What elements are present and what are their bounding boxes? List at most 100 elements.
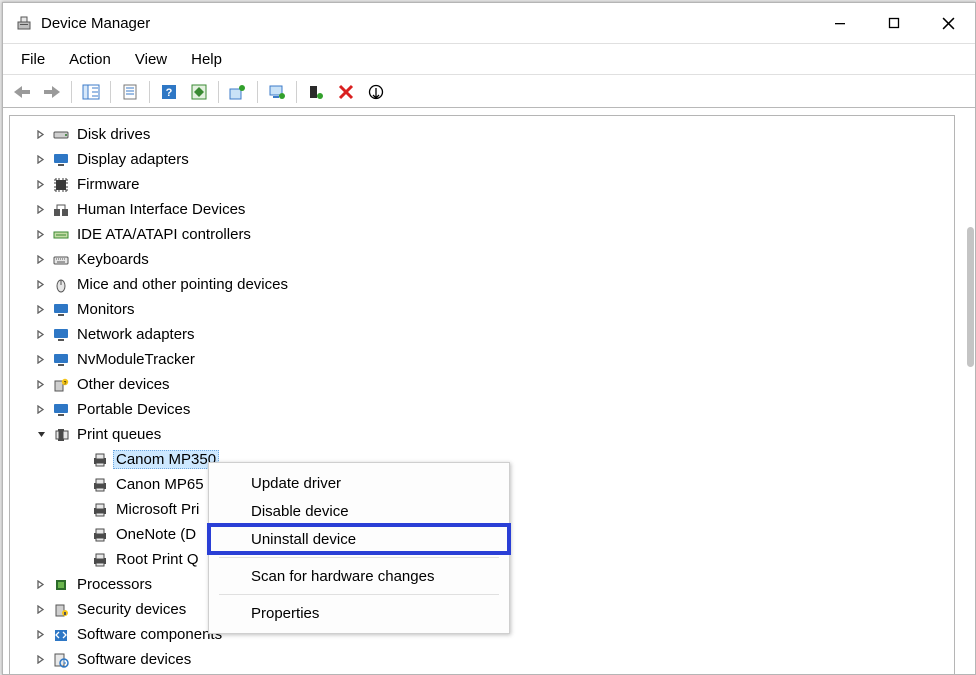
scrollbar[interactable] — [967, 227, 974, 367]
tree-node[interactable]: NvModuleTracker — [10, 347, 954, 372]
cpu-icon — [52, 576, 70, 594]
tree-node-label[interactable]: Root Print Q — [113, 550, 202, 569]
tree-node-label[interactable]: Network adapters — [74, 325, 198, 344]
tree-node[interactable]: Monitors — [10, 297, 954, 322]
action-button[interactable] — [186, 79, 212, 105]
context-menu: Update driver Disable device Uninstall d… — [208, 462, 510, 634]
tree-node-label[interactable]: Disk drives — [74, 125, 153, 144]
tree-node-label[interactable]: Portable Devices — [74, 400, 193, 419]
tree-node-label[interactable]: Mice and other pointing devices — [74, 275, 291, 294]
tree-node-label[interactable]: OneNote (D — [113, 525, 199, 544]
enable-device-button[interactable] — [303, 79, 329, 105]
window-title: Device Manager — [41, 15, 150, 32]
tree-node[interactable]: Software devices — [10, 647, 954, 672]
collapse-arrow-icon[interactable] — [28, 430, 52, 439]
tree-node-label[interactable]: Keyboards — [74, 250, 152, 269]
expand-arrow-icon[interactable] — [28, 630, 52, 639]
printer-icon — [91, 451, 109, 469]
ctx-uninstall-device[interactable]: Uninstall device — [209, 525, 509, 553]
tree-node-label[interactable]: Firmware — [74, 175, 143, 194]
keyboard-icon — [52, 251, 70, 269]
expand-arrow-icon[interactable] — [28, 255, 52, 264]
expand-arrow-icon[interactable] — [28, 280, 52, 289]
expand-arrow-icon[interactable] — [28, 605, 52, 614]
tree-node-label[interactable]: IDE ATA/ATAPI controllers — [74, 225, 254, 244]
back-button[interactable] — [9, 79, 35, 105]
expand-arrow-icon[interactable] — [28, 655, 52, 664]
ctx-scan-hardware[interactable]: Scan for hardware changes — [209, 562, 509, 590]
expand-arrow-icon[interactable] — [28, 580, 52, 589]
update-driver-button[interactable] — [225, 79, 251, 105]
help-button[interactable]: ? — [156, 79, 182, 105]
menu-file[interactable]: File — [11, 48, 55, 71]
toolbar-divider — [218, 81, 219, 103]
ctx-properties[interactable]: Properties — [209, 599, 509, 627]
toolbar-divider — [149, 81, 150, 103]
minimize-button[interactable] — [813, 3, 867, 43]
ctx-update-driver[interactable]: Update driver — [209, 469, 509, 497]
tree-node[interactable]: ?Other devices — [10, 372, 954, 397]
display-icon — [52, 151, 70, 169]
menu-help[interactable]: Help — [181, 48, 232, 71]
menu-view[interactable]: View — [125, 48, 177, 71]
tree-node[interactable]: Human Interface Devices — [10, 197, 954, 222]
mouse-icon — [52, 276, 70, 294]
tree-node-label[interactable]: Monitors — [74, 300, 138, 319]
tree-node-label[interactable]: Software devices — [74, 650, 194, 669]
display-icon — [52, 401, 70, 419]
toolbar-divider — [257, 81, 258, 103]
forward-button[interactable] — [39, 79, 65, 105]
close-button[interactable] — [921, 3, 975, 43]
properties-button[interactable] — [117, 79, 143, 105]
tree-node-label[interactable]: Processors — [74, 575, 155, 594]
printer-icon — [91, 501, 109, 519]
scan-hardware-button[interactable] — [264, 79, 290, 105]
maximize-button[interactable] — [867, 3, 921, 43]
window: Device Manager File Action View Help — [2, 2, 976, 675]
printer-icon — [91, 551, 109, 569]
ctx-separator — [219, 557, 499, 558]
app-icon — [15, 14, 33, 32]
swdev-icon — [52, 651, 70, 669]
tree-node[interactable]: Mice and other pointing devices — [10, 272, 954, 297]
expand-arrow-icon[interactable] — [28, 380, 52, 389]
show-hide-tree-button[interactable] — [78, 79, 104, 105]
expand-arrow-icon[interactable] — [28, 405, 52, 414]
tree-node-label[interactable]: Other devices — [74, 375, 173, 394]
tree-node-label[interactable]: Human Interface Devices — [74, 200, 248, 219]
tree-node[interactable]: IDE ATA/ATAPI controllers — [10, 222, 954, 247]
ctx-disable-device[interactable]: Disable device — [209, 497, 509, 525]
tree-node[interactable]: Portable Devices — [10, 397, 954, 422]
display-icon — [52, 301, 70, 319]
tree-node-label[interactable]: NvModuleTracker — [74, 350, 198, 369]
tree-node[interactable]: Disk drives — [10, 122, 954, 147]
tree-node-label[interactable]: Software components — [74, 625, 225, 644]
disable-device-button[interactable] — [363, 79, 389, 105]
tree-node[interactable]: Print queues — [10, 422, 954, 447]
printer-icon — [91, 526, 109, 544]
client-area: Disk drives Display adapters Firmware Human… — [3, 108, 975, 674]
tree-node[interactable]: Network adapters — [10, 322, 954, 347]
menu-action[interactable]: Action — [59, 48, 121, 71]
tree-node[interactable]: Firmware — [10, 172, 954, 197]
tree-node-label[interactable]: Canom MP350 — [113, 450, 219, 469]
ide-icon — [52, 226, 70, 244]
security-icon — [52, 601, 70, 619]
expand-arrow-icon[interactable] — [28, 130, 52, 139]
tree-node-label[interactable]: Microsoft Pri — [113, 500, 202, 519]
expand-arrow-icon[interactable] — [28, 305, 52, 314]
expand-arrow-icon[interactable] — [28, 230, 52, 239]
tree-node-label[interactable]: Canon MP65 — [113, 475, 207, 494]
expand-arrow-icon[interactable] — [28, 330, 52, 339]
tree-node[interactable]: Display adapters — [10, 147, 954, 172]
expand-arrow-icon[interactable] — [28, 180, 52, 189]
tree-node-label[interactable]: Print queues — [74, 425, 164, 444]
display-icon — [52, 351, 70, 369]
expand-arrow-icon[interactable] — [28, 155, 52, 164]
tree-node-label[interactable]: Security devices — [74, 600, 189, 619]
expand-arrow-icon[interactable] — [28, 205, 52, 214]
uninstall-device-button[interactable] — [333, 79, 359, 105]
tree-node-label[interactable]: Display adapters — [74, 150, 192, 169]
tree-node[interactable]: Keyboards — [10, 247, 954, 272]
expand-arrow-icon[interactable] — [28, 355, 52, 364]
